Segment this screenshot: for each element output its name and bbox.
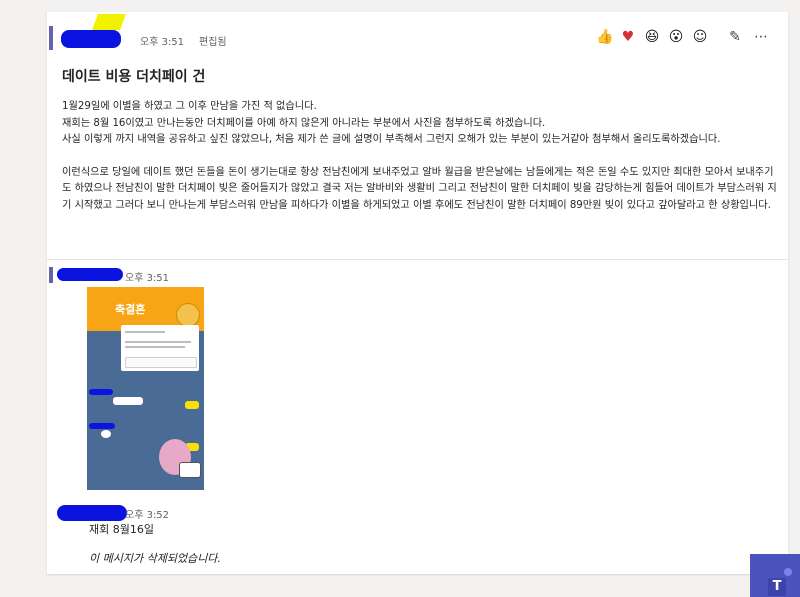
teams-logo-icon: T <box>768 578 786 596</box>
small-sticker <box>179 462 201 478</box>
reply-timestamp: 오후 3:51 <box>125 273 170 284</box>
chat-bubble <box>113 397 143 405</box>
chat-bubble-mine <box>185 401 199 409</box>
author-accent-bar <box>49 267 53 283</box>
post-paragraph: 1월29일에 이별을 하였고 그 이후 만남을 가진 적 없습니다. <box>62 101 317 112</box>
surprised-icon[interactable]: 😮 <box>668 29 684 45</box>
author-accent-bar <box>49 26 53 50</box>
heart-icon[interactable]: ♥ <box>620 29 636 45</box>
reply-divider <box>47 259 788 260</box>
image-card-button <box>125 357 197 368</box>
redacted-author-name <box>61 30 121 48</box>
chat-bubble <box>101 430 111 438</box>
reaction-bar: 👍 ♥ 😆 😮 ☺ ✎ ⋯ <box>596 28 770 46</box>
redacted-author-name <box>57 268 123 281</box>
redacted-author-name <box>57 505 127 521</box>
laugh-icon[interactable]: 😆 <box>644 29 660 45</box>
chat-screenshot-image[interactable]: 축결혼 <box>87 287 204 490</box>
redacted-sender <box>89 389 113 395</box>
post-paragraph: 이런식으로 당일에 데이트 했던 돈들을 돈이 생기는대로 항상 전남친에게 보… <box>62 166 777 211</box>
more-options-icon[interactable]: ⋯ <box>752 28 770 46</box>
character-sticker <box>176 303 200 327</box>
teams-app-tile[interactable]: T <box>750 554 800 597</box>
add-reaction-icon[interactable]: ☺ <box>692 29 708 45</box>
reply-timestamp: 오후 3:52 <box>125 510 170 521</box>
deleted-message-notice: 이 메시지가 삭제되었습니다. <box>89 552 221 565</box>
post-paragraph <box>62 149 777 165</box>
message-thread: 오후 3:51 편집됨 👍 ♥ 😆 😮 ☺ ✎ ⋯ 데이트 비용 더치페이 건 … <box>47 12 788 574</box>
edit-icon[interactable]: ✎ <box>726 28 744 46</box>
post-paragraph: 사실 이렇게 까지 내역을 공유하고 싶진 않았으나, 처음 제가 쓴 글에 설… <box>62 134 721 145</box>
post-paragraph: 재회는 8월 16이였고 만나는동안 더치페이를 아예 하지 않은게 아니라는 … <box>62 117 546 129</box>
post-title: 데이트 비용 더치페이 건 <box>62 69 206 85</box>
reply-message: 재회 8월16일 <box>89 523 154 536</box>
redacted-author-highlight <box>92 14 126 30</box>
teams-logo-dot <box>784 568 792 576</box>
edited-label: 편집됨 <box>199 37 227 48</box>
redacted-sender <box>89 423 115 429</box>
like-icon[interactable]: 👍 <box>596 29 613 45</box>
post-timestamp: 오후 3:51 <box>140 37 185 48</box>
post-body: 1월29일에 이별을 하였고 그 이후 만남을 가진 적 없습니다. 재회는 8… <box>62 99 777 214</box>
image-banner-title: 축결혼 <box>115 303 146 316</box>
